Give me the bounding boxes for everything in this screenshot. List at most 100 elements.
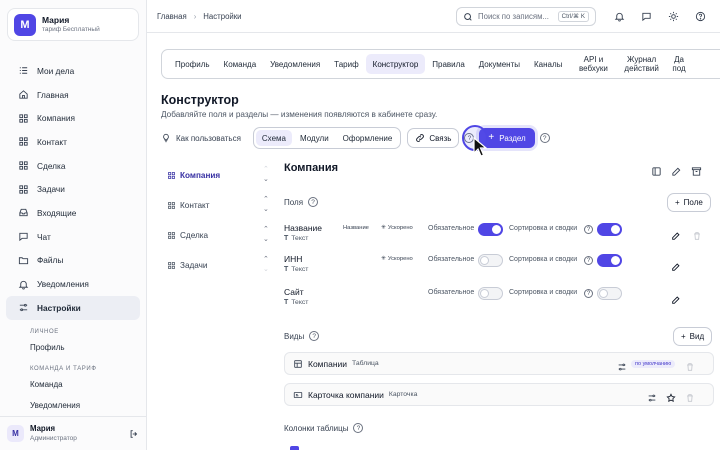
star-icon[interactable]	[666, 390, 676, 408]
column-checkbox[interactable]	[290, 446, 299, 450]
chevron-up-icon[interactable]: ⌃	[263, 255, 269, 265]
view-row[interactable]: Компании Таблица по умолчанию	[284, 352, 714, 375]
settings-tab[interactable]: Команда	[217, 54, 264, 74]
sidebar-item[interactable]: Входящие	[6, 201, 140, 225]
sidebar-item-team[interactable]: Команда	[0, 375, 146, 394]
section-label: Контакт	[180, 201, 210, 210]
add-view-label: Вид	[689, 332, 705, 341]
sorting-toggle[interactable]	[597, 254, 622, 267]
settings-tab[interactable]: Уведомления	[263, 54, 327, 74]
search-input[interactable]: Поиск по записям... Ctrl/⌘ K	[456, 7, 596, 26]
settings-tab[interactable]: Конструктор	[365, 54, 426, 74]
checklist-icon	[18, 65, 29, 76]
segment-tab[interactable]: Модули	[294, 130, 335, 146]
segment-tab[interactable]: Оформление	[337, 130, 399, 146]
edit-icon[interactable]	[671, 164, 682, 182]
segment-tab[interactable]: Схема	[255, 130, 292, 146]
views-help-icon[interactable]: ?	[309, 331, 320, 341]
sorting-toggle[interactable]	[597, 223, 622, 236]
chevron-up-icon[interactable]: ⌃	[263, 195, 269, 205]
sidebar-item[interactable]: Задачи	[6, 177, 140, 201]
chevron-up-icon[interactable]: ⌃	[263, 165, 269, 175]
trash-icon[interactable]	[685, 390, 695, 408]
edit-icon[interactable]	[671, 259, 681, 277]
settings-tab[interactable]: Правила	[425, 54, 471, 74]
field-name: Сайт	[284, 287, 304, 297]
layout-icon[interactable]	[651, 164, 662, 182]
edit-icon[interactable]	[671, 228, 681, 246]
trash-icon[interactable]	[692, 228, 702, 246]
section-help-icon[interactable]: ?	[539, 133, 550, 143]
required-toggle[interactable]	[478, 287, 503, 300]
add-field-label: Поле	[683, 198, 703, 207]
sorting-help-icon[interactable]: ?	[584, 256, 593, 265]
sliders-icon[interactable]	[647, 390, 657, 408]
workspace-card[interactable]: М Мария тариф Бесплатный	[7, 8, 139, 41]
sidebar-item[interactable]: Контакт	[6, 130, 140, 154]
sidebar-item[interactable]: Уведомления	[6, 272, 140, 296]
chevron-down-icon[interactable]: ⌄	[263, 205, 269, 215]
required-toggle[interactable]	[478, 223, 503, 236]
chat-icon[interactable]	[638, 8, 655, 25]
sidebar-item-notifications[interactable]: Уведомления	[0, 396, 146, 415]
user-footer: М Мария Администратор	[0, 416, 146, 450]
sliders-icon[interactable]	[617, 359, 627, 377]
settings-tab[interactable]: Каналы	[527, 54, 569, 74]
sorting-toggle[interactable]	[597, 287, 622, 300]
field-row: ИНН T Текст ✳ Ускорено Обязательное Сортиров…	[284, 254, 714, 282]
settings-tab[interactable]: Профиль	[168, 54, 217, 74]
archive-icon[interactable]	[691, 164, 702, 182]
sidebar-item[interactable]: Чат	[6, 225, 140, 249]
settings-tab[interactable]: API и вебхуки	[569, 54, 617, 74]
chevron-down-icon[interactable]: ⌄	[263, 235, 269, 245]
settings-tab[interactable]: Тариф	[327, 54, 365, 74]
section-item[interactable]: Сделка	[161, 227, 214, 244]
add-view-button[interactable]: + Вид	[673, 327, 713, 346]
sorting-help-icon[interactable]: ?	[584, 225, 593, 234]
bell-icon[interactable]	[611, 8, 628, 25]
sorting-help-icon[interactable]: ?	[584, 289, 593, 298]
view-row[interactable]: Карточка компании Карточка	[284, 383, 714, 406]
sidebar-item-label: Задачи	[37, 184, 65, 195]
breadcrumb-home[interactable]: Главная	[157, 12, 187, 21]
settings-tab[interactable]: Да под	[665, 54, 691, 74]
columns-help-icon[interactable]: ?	[353, 423, 364, 433]
required-toggle[interactable]	[478, 254, 503, 267]
sidebar-item[interactable]: Сделка	[6, 154, 140, 178]
chevron-up-icon[interactable]: ⌃	[263, 225, 269, 235]
section-item[interactable]: Компания	[161, 167, 226, 184]
sidebar-item[interactable]: Главная	[6, 83, 140, 107]
chevron-down-icon[interactable]: ⌄	[263, 265, 269, 275]
fast-label: Ускорено	[387, 256, 413, 262]
text-type-icon: T	[284, 299, 289, 306]
view-type: Карточка	[388, 391, 418, 398]
add-field-button[interactable]: + Поле	[667, 193, 711, 212]
edit-icon[interactable]	[671, 292, 681, 310]
fast-badge: ✳ Ускорено	[381, 256, 413, 262]
field-type-label: Текст	[291, 299, 309, 306]
field-chip: Название	[343, 225, 369, 231]
settings-tab[interactable]: Документы	[472, 54, 527, 74]
section-item[interactable]: Контакт	[161, 197, 215, 214]
sun-icon[interactable]	[665, 8, 682, 25]
logout-icon[interactable]	[129, 429, 139, 439]
sidebar-item[interactable]: Настройки	[6, 295, 140, 320]
trash-icon[interactable]	[685, 359, 695, 377]
field-name: ИНН	[284, 254, 303, 264]
sidebar-item[interactable]: Файлы	[6, 249, 140, 273]
text-type-icon: T	[284, 266, 289, 273]
sidebar-item-profile[interactable]: Профиль	[0, 338, 146, 357]
sidebar-item-label: Уведомления	[37, 279, 89, 290]
link-button[interactable]: Связь	[407, 128, 460, 148]
settings-tab[interactable]: Журнал действий	[617, 54, 665, 74]
sidebar-item[interactable]: Мои дела	[6, 59, 140, 83]
sidebar-item[interactable]: Компания	[6, 106, 140, 130]
columns-label: Колонки таблицы	[284, 423, 349, 433]
fields-help-icon[interactable]: ?	[308, 197, 319, 207]
sidebar-item-label: Мои дела	[37, 65, 75, 76]
sparkle-icon: ✳	[381, 256, 386, 262]
help-icon[interactable]	[692, 8, 709, 25]
howto-button[interactable]: Как пользоваться	[161, 133, 241, 143]
section-item[interactable]: Задачи	[161, 257, 214, 274]
chevron-down-icon[interactable]: ⌄	[263, 175, 269, 185]
